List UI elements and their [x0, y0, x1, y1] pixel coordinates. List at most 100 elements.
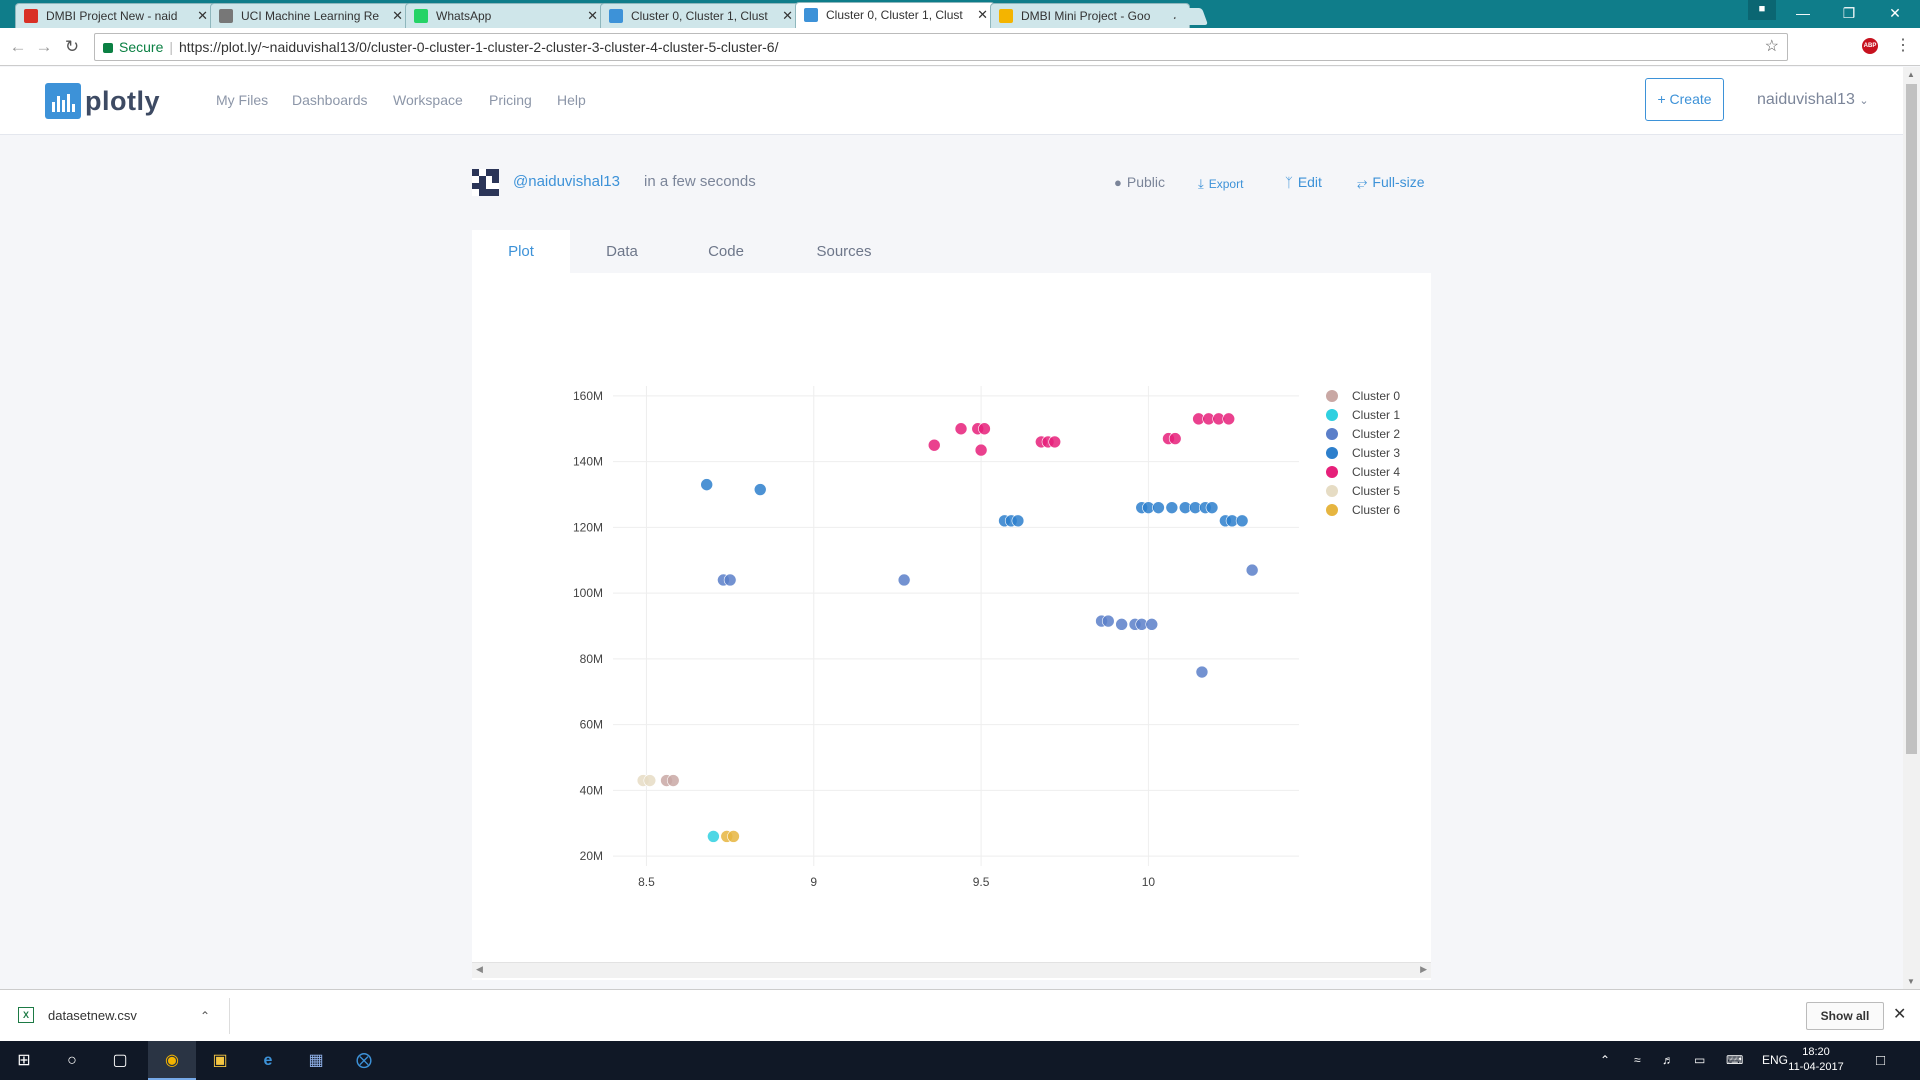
- data-point[interactable]: [1101, 614, 1115, 628]
- window-close-icon[interactable]: ✕: [1872, 0, 1918, 28]
- back-icon[interactable]: ←: [8, 37, 28, 57]
- reload-icon[interactable]: ↻: [62, 37, 82, 57]
- close-icon[interactable]: ✕: [1893, 1004, 1906, 1024]
- tab-close-icon[interactable]: ✕: [977, 3, 988, 27]
- nav-my-files[interactable]: My Files: [216, 92, 268, 108]
- tab-close-icon[interactable]: ✕: [782, 4, 793, 28]
- legend-marker[interactable]: [1326, 466, 1338, 478]
- data-point[interactable]: [927, 438, 941, 452]
- tab-close-icon[interactable]: ✕: [392, 4, 403, 28]
- data-point[interactable]: [1235, 514, 1249, 528]
- data-point[interactable]: [666, 774, 680, 787]
- edit-button[interactable]: ᛉ Edit: [1285, 174, 1322, 190]
- data-point[interactable]: [954, 422, 968, 436]
- fullsize-button[interactable]: ⥂ Full-size: [1357, 174, 1425, 191]
- battery-icon[interactable]: ▭: [1694, 1041, 1705, 1080]
- data-point[interactable]: [1011, 514, 1025, 528]
- nav-pricing[interactable]: Pricing: [489, 92, 532, 108]
- forward-icon[interactable]: →: [34, 37, 54, 57]
- data-point[interactable]: [1145, 618, 1159, 631]
- bookmark-star-icon[interactable]: ☆: [1765, 34, 1779, 60]
- legend-marker[interactable]: [1326, 390, 1338, 402]
- data-point[interactable]: [727, 830, 740, 843]
- browser-tab[interactable]: Cluster 0, Cluster 1, Clust ✕: [600, 3, 800, 28]
- legend-label[interactable]: Cluster 1: [1352, 408, 1400, 422]
- data-point[interactable]: [707, 830, 720, 843]
- chevron-up-icon[interactable]: ⌃: [200, 1004, 210, 1028]
- file-explorer-icon[interactable]: ▣: [196, 1041, 244, 1080]
- task-view-icon[interactable]: ▢: [96, 1041, 144, 1080]
- tray-chevron-icon[interactable]: ⌃: [1600, 1041, 1610, 1080]
- vscode-icon[interactable]: ⨂: [340, 1041, 388, 1080]
- tab-close-icon[interactable]: ✕: [197, 4, 208, 28]
- data-point[interactable]: [897, 573, 911, 587]
- tab-sources[interactable]: Sources: [778, 230, 910, 273]
- scatter-chart[interactable]: 8.5 9 9.5 10 20M 40M 60M 80M 100M 120M 140M 160M Clu…: [472, 273, 1431, 962]
- legend-marker[interactable]: [1326, 485, 1338, 497]
- language-indicator[interactable]: ENG: [1762, 1041, 1788, 1080]
- notepad-icon[interactable]: ▦: [292, 1041, 340, 1080]
- data-point[interactable]: [1048, 435, 1062, 449]
- tab-data[interactable]: Data: [570, 230, 674, 273]
- new-tab-button[interactable]: [1171, 8, 1209, 25]
- edge-icon[interactable]: e: [244, 1041, 292, 1080]
- tab-code[interactable]: Code: [674, 230, 778, 273]
- data-point[interactable]: [974, 443, 988, 457]
- browser-menu-icon[interactable]: ⋮: [1895, 38, 1911, 54]
- nav-help[interactable]: Help: [557, 92, 586, 108]
- plotly-logo[interactable]: plotly: [45, 83, 160, 119]
- search-icon[interactable]: ○: [48, 1041, 96, 1080]
- adblock-icon[interactable]: ABP: [1862, 38, 1878, 54]
- legend-label[interactable]: Cluster 2: [1352, 427, 1400, 441]
- notifications-icon[interactable]: □: [1876, 1041, 1885, 1080]
- create-button[interactable]: + Create: [1645, 78, 1724, 121]
- browser-tab[interactable]: WhatsApp ✕: [405, 3, 605, 28]
- data-point[interactable]: [753, 483, 767, 496]
- data-point[interactable]: [1168, 432, 1182, 445]
- page-scrollbar[interactable]: ▲ ▼: [1903, 67, 1920, 989]
- legend-marker[interactable]: [1326, 428, 1338, 440]
- legend-marker[interactable]: [1326, 447, 1338, 459]
- export-button[interactable]: ⤓ Export: [1198, 176, 1243, 192]
- keyboard-icon[interactable]: ⌨: [1726, 1041, 1743, 1080]
- scroll-down-icon[interactable]: ▼: [1907, 977, 1915, 986]
- data-point[interactable]: [700, 478, 713, 491]
- data-point[interactable]: [1245, 563, 1259, 577]
- show-all-button[interactable]: Show all: [1806, 1002, 1884, 1030]
- clock[interactable]: 18:20 11-04-2017: [1786, 1045, 1846, 1075]
- scrollbar-thumb[interactable]: [1906, 84, 1917, 754]
- data-point[interactable]: [1165, 501, 1179, 514]
- data-point[interactable]: [723, 573, 737, 587]
- data-point[interactable]: [978, 422, 991, 436]
- browser-tab[interactable]: DMBI Mini Project - Goo✕: [990, 3, 1190, 28]
- legend-label[interactable]: Cluster 5: [1352, 484, 1400, 498]
- data-point[interactable]: [1222, 412, 1236, 426]
- public-button[interactable]: ● Public: [1114, 174, 1165, 190]
- legend-marker[interactable]: [1326, 409, 1338, 421]
- legend-label[interactable]: Cluster 0: [1352, 389, 1400, 403]
- browser-tab[interactable]: DMBI Project New - naid ✕: [15, 3, 215, 28]
- avatar[interactable]: [472, 169, 499, 196]
- horizontal-scrollbar[interactable]: ◀ ▶: [472, 962, 1431, 978]
- download-item[interactable]: X datasetnew.csv ⌃: [18, 1004, 230, 1028]
- tab-plot[interactable]: Plot: [472, 230, 570, 273]
- volume-icon[interactable]: ♬: [1662, 1041, 1674, 1080]
- legend-label[interactable]: Cluster 4: [1352, 465, 1400, 479]
- data-point[interactable]: [1152, 501, 1165, 514]
- data-point[interactable]: [1205, 501, 1219, 514]
- data-point[interactable]: [1115, 618, 1128, 631]
- nav-dashboards[interactable]: Dashboards: [292, 92, 368, 108]
- profile-icon[interactable]: ■: [1748, 0, 1776, 20]
- owner-link[interactable]: @naiduvishal13: [513, 173, 620, 190]
- user-menu[interactable]: naiduvishal13 ⌄: [1757, 91, 1869, 109]
- scroll-up-icon[interactable]: ▲: [1907, 70, 1915, 79]
- restore-icon[interactable]: ❐: [1826, 0, 1872, 28]
- browser-tab[interactable]: UCI Machine Learning Re ✕: [210, 3, 410, 28]
- windows-start-icon[interactable]: ⊞: [0, 1041, 48, 1080]
- legend-marker[interactable]: [1326, 504, 1338, 516]
- data-point[interactable]: [1195, 665, 1209, 679]
- address-bar[interactable]: Secure | https://plot.ly/~naiduvishal13/0/…: [94, 33, 1788, 61]
- tab-close-icon[interactable]: ✕: [587, 4, 598, 28]
- scroll-left-icon[interactable]: ◀: [476, 964, 483, 975]
- scroll-right-icon[interactable]: ▶: [1420, 964, 1427, 975]
